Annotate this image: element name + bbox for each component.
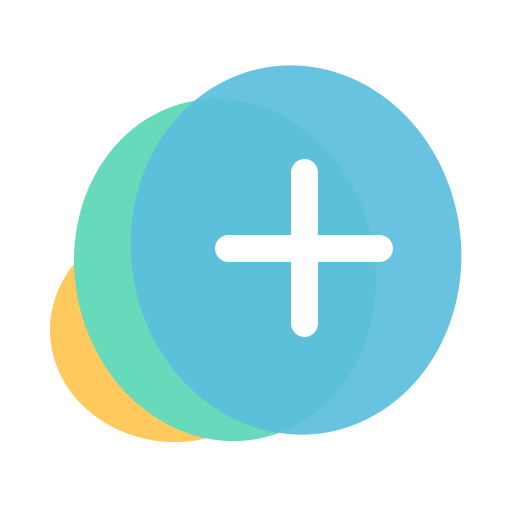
app-icon [0, 0, 512, 512]
app-icon-graphic [0, 0, 512, 512]
plus-horizontal-bar [215, 235, 393, 262]
